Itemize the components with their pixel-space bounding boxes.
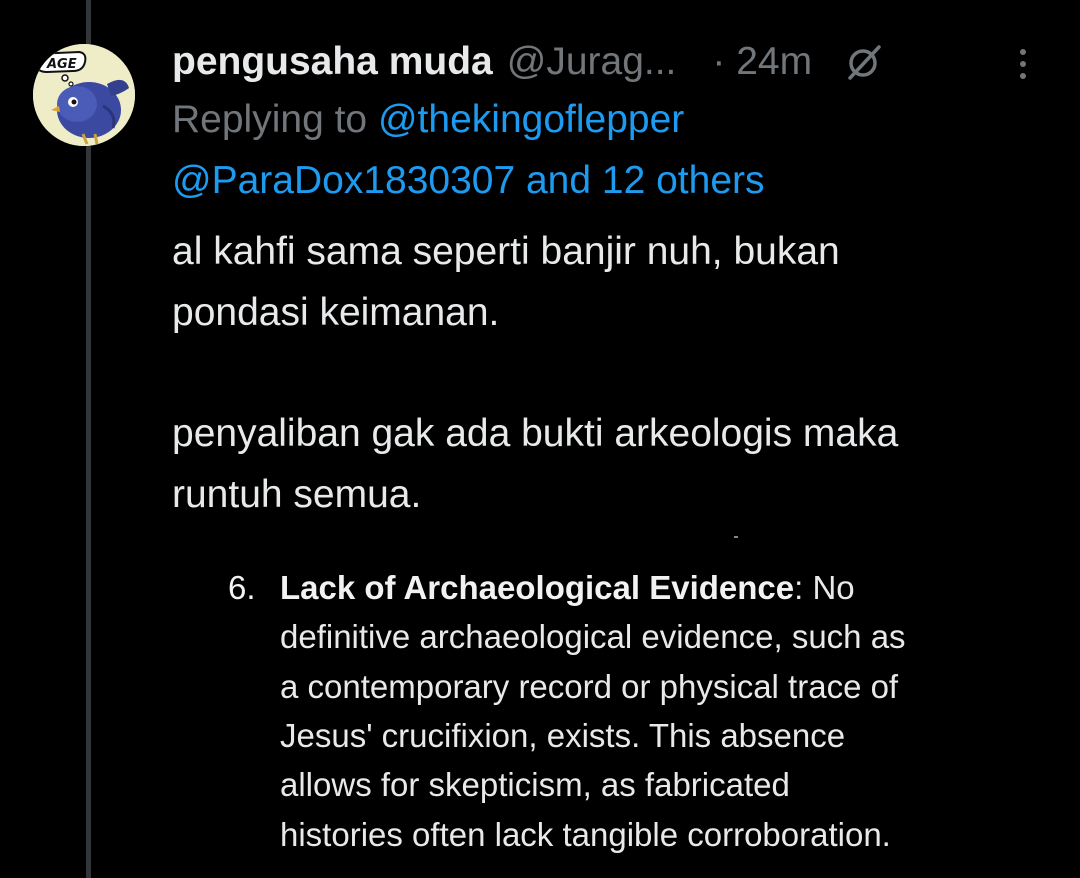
excerpt-line: Jesus' crucifixion, exists. This absence: [280, 717, 846, 754]
user-handle[interactable]: @Jurag...: [507, 38, 677, 86]
tweet-text-line: al kahfi sama seperti banjir nuh, bukan: [172, 230, 840, 273]
excerpt-heading: Lack of Archaeological Evidence: [280, 569, 795, 606]
more-vertical-icon[interactable]: [1008, 44, 1038, 84]
replying-to-line: Replying to @thekingoflepper: [172, 96, 684, 144]
mention-others-link[interactable]: @ParaDox1830307 and 12 others: [172, 159, 765, 202]
timestamp[interactable]: · 24m: [712, 38, 812, 86]
excerpt-line: histories often lack tangible corroborat…: [280, 816, 891, 853]
mention-link[interactable]: @thekingoflepper: [378, 98, 684, 141]
excerpt-line: allows for skepticism, as fabricated: [280, 766, 790, 803]
tweet-text-line: pondasi keimanan.: [172, 291, 500, 334]
replying-prefix: Replying to: [172, 98, 368, 141]
excerpt-line: a contemporary record or physical trace …: [280, 668, 899, 705]
tweet-text-line: runtuh semua.: [172, 473, 422, 516]
replying-to-line-2: @ParaDox1830307 and 12 others: [172, 157, 765, 205]
excerpt-first-line-rest: : No: [794, 569, 855, 606]
display-name[interactable]: pengusaha muda: [172, 38, 493, 86]
excerpt-line: definitive archaeological evidence, such…: [280, 618, 906, 655]
bird-avatar-icon: AGE: [33, 44, 135, 146]
image-speck: [734, 536, 738, 538]
excerpt-list-number: 6.: [228, 569, 256, 606]
tweet-header: pengusaha muda @Jurag... · 24m: [172, 38, 884, 86]
avatar[interactable]: AGE: [33, 44, 135, 146]
excerpt-first-line: Lack of Archaeological Evidence: No: [280, 563, 855, 613]
avatar-bubble-text: AGE: [46, 57, 77, 72]
tweet-text-line: penyaliban gak ada bukti arkeologis maka: [172, 412, 899, 455]
slash-circle-icon[interactable]: [844, 42, 884, 82]
